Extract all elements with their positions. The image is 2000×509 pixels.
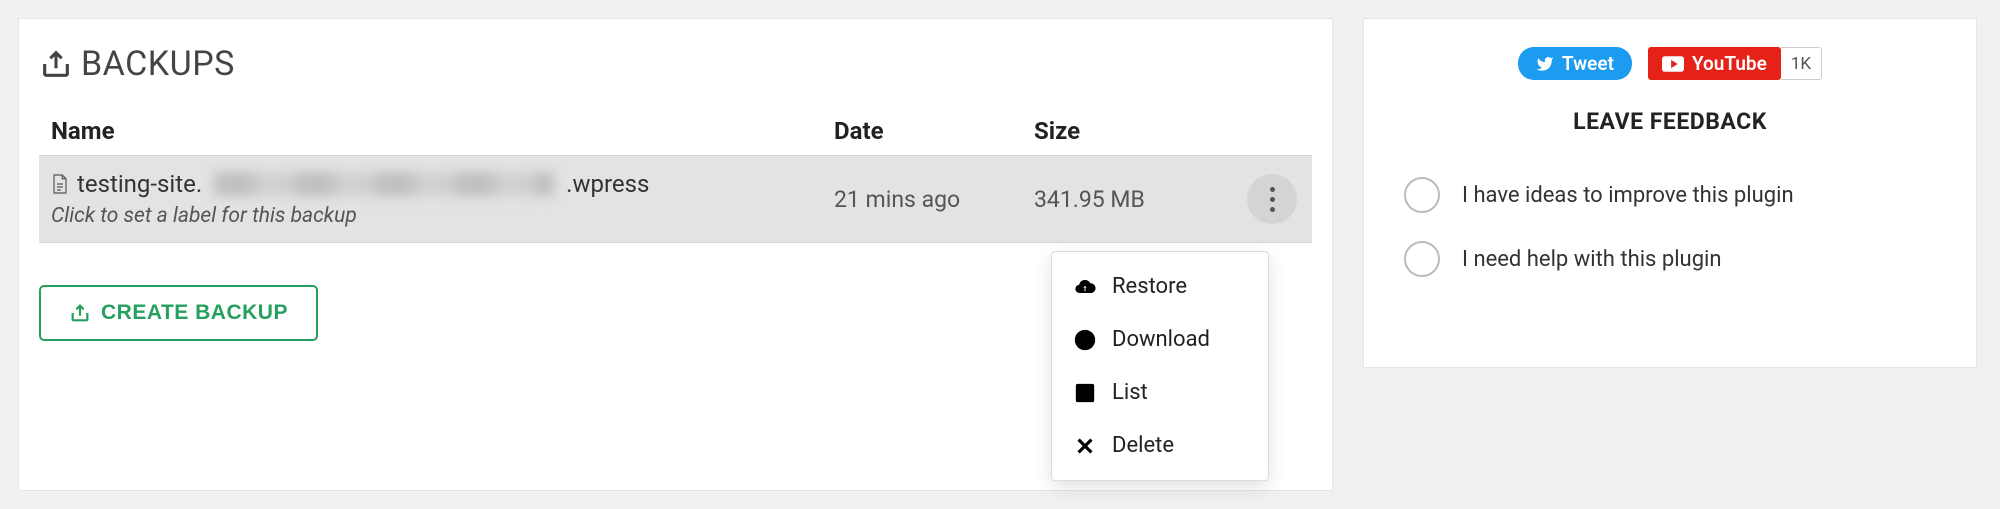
export-icon <box>39 47 73 81</box>
feedback-option-label: I have ideas to improve this plugin <box>1462 183 1794 208</box>
menu-download[interactable]: Download <box>1052 313 1268 366</box>
backup-filename[interactable]: testing-site. .wpress <box>51 170 810 198</box>
redacted-segment <box>214 172 554 196</box>
backups-panel: BACKUPS Name Date Size <box>18 18 1333 491</box>
export-icon <box>69 302 91 324</box>
backup-size: 341.95 MB <box>1022 156 1232 243</box>
feedback-option-help[interactable]: I need help with this plugin <box>1396 227 1944 291</box>
cloud-upload-icon <box>1074 276 1096 298</box>
download-icon <box>1074 329 1096 351</box>
feedback-panel: Tweet YouTube 1K LEAVE FEEDBACK I have i… <box>1363 18 1977 368</box>
menu-restore[interactable]: Restore <box>1052 260 1268 313</box>
kebab-icon <box>1270 187 1275 212</box>
row-actions-menu: Restore Download List Delete <box>1051 251 1269 481</box>
list-icon <box>1074 382 1096 404</box>
file-icon <box>51 173 69 195</box>
row-actions-button[interactable] <box>1247 174 1297 224</box>
col-size-header: Size <box>1022 109 1232 156</box>
close-icon <box>1074 435 1096 457</box>
menu-delete[interactable]: Delete <box>1052 419 1268 472</box>
feedback-option-ideas[interactable]: I have ideas to improve this plugin <box>1396 163 1944 227</box>
feedback-heading: LEAVE FEEDBACK <box>1396 108 1944 135</box>
radio-icon <box>1404 241 1440 277</box>
tweet-button[interactable]: Tweet <box>1518 47 1632 80</box>
menu-list[interactable]: List <box>1052 366 1268 419</box>
create-backup-button[interactable]: CREATE BACKUP <box>39 285 318 341</box>
youtube-button[interactable]: YouTube <box>1648 47 1781 80</box>
col-name-header: Name <box>39 109 822 156</box>
twitter-icon <box>1536 55 1554 73</box>
backup-label-hint[interactable]: Click to set a label for this backup <box>51 204 810 228</box>
table-row: testing-site. .wpress Click to set a lab… <box>39 156 1312 243</box>
feedback-option-label: I need help with this plugin <box>1462 247 1722 272</box>
youtube-count: 1K <box>1781 47 1822 80</box>
backups-table: Name Date Size testing-site. <box>39 109 1312 243</box>
col-date-header: Date <box>822 109 1022 156</box>
social-buttons: Tweet YouTube 1K <box>1396 47 1944 80</box>
panel-title: BACKUPS <box>39 44 1312 84</box>
youtube-icon <box>1662 56 1684 72</box>
radio-icon <box>1404 177 1440 213</box>
backup-date: 21 mins ago <box>822 156 1022 243</box>
